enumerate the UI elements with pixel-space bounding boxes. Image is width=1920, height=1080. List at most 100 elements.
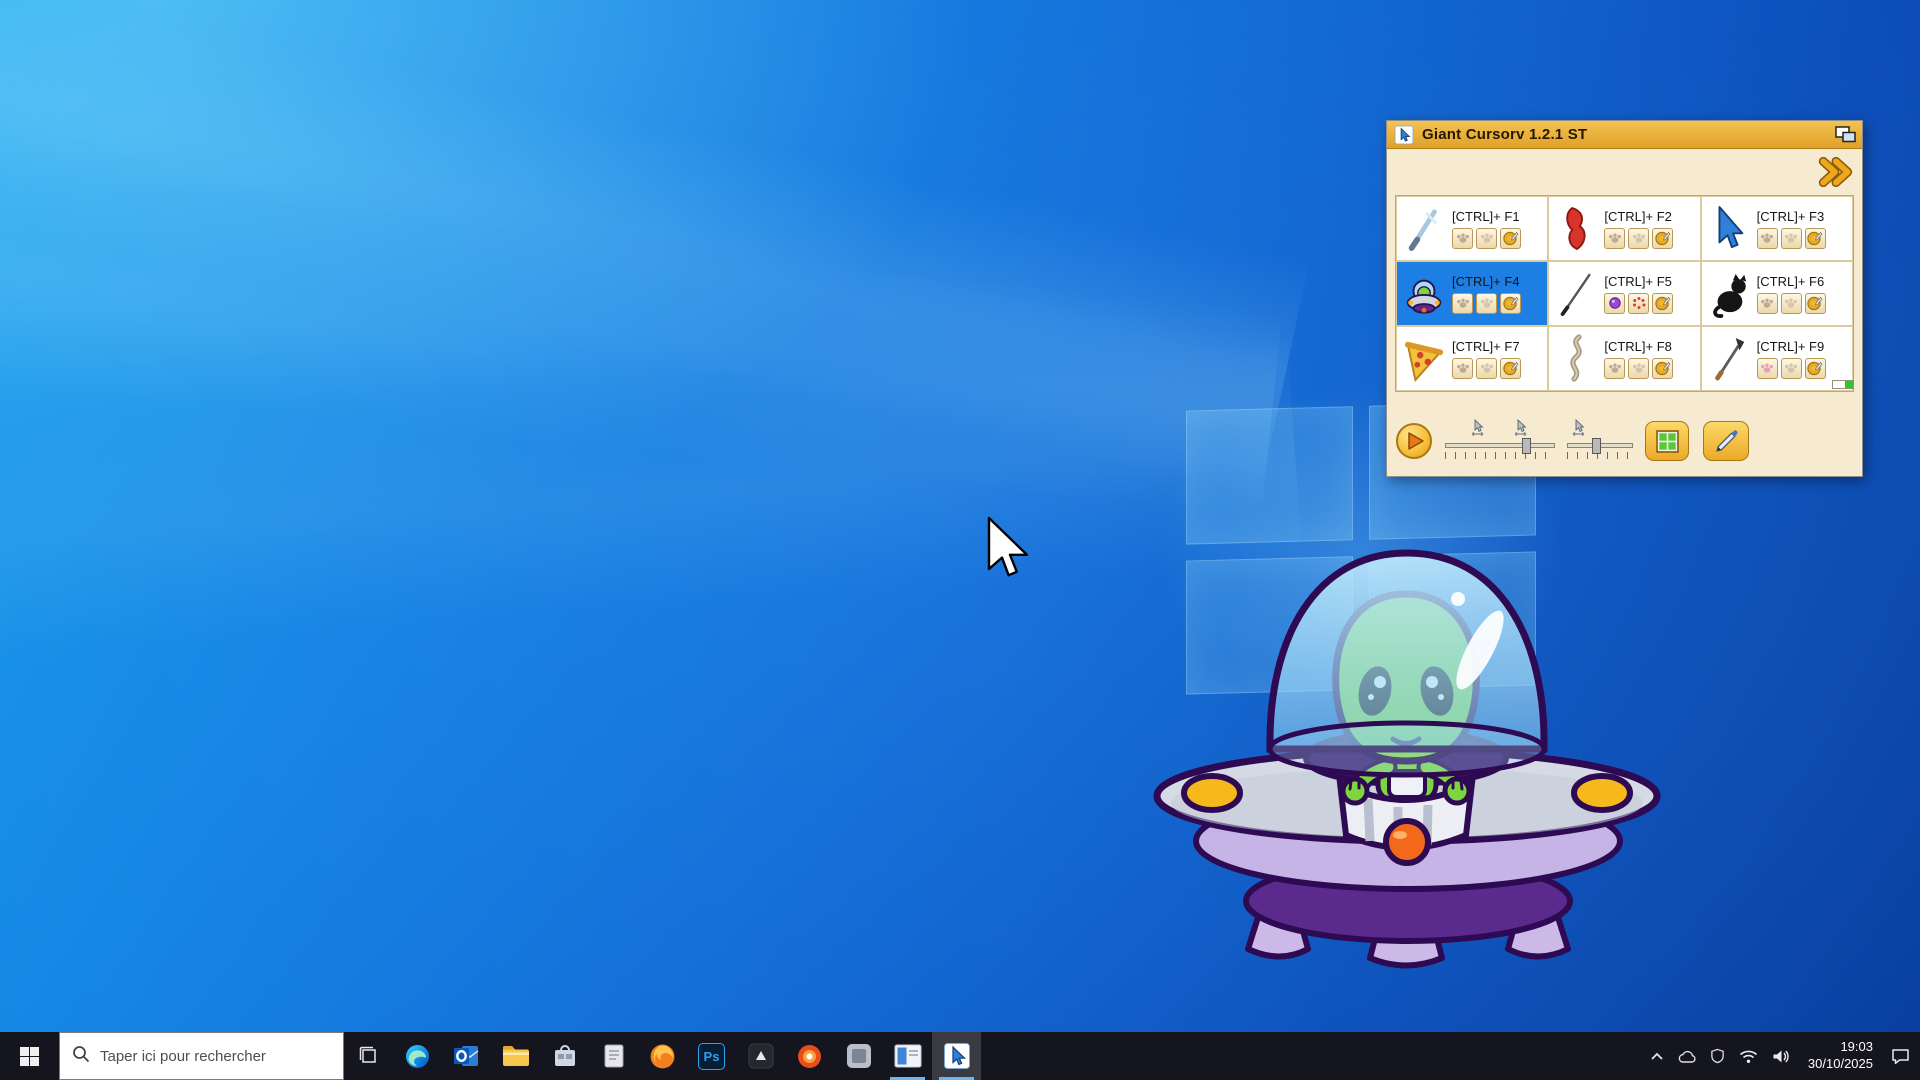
hotkey-label: [CTRL]+ F4: [1452, 274, 1543, 289]
windows-logo-pane: [1186, 406, 1353, 544]
taskbar-clock[interactable]: 19:03 30/10/2025: [1804, 1039, 1877, 1073]
pinkpaw-button[interactable]: [1757, 358, 1778, 379]
cursor-preview-rope: [1553, 330, 1599, 388]
hotkey-label: [CTRL]+ F5: [1604, 274, 1695, 289]
coin-button[interactable]: [1805, 228, 1826, 249]
hotkey-label: [CTRL]+ F2: [1604, 209, 1695, 224]
taskbar-app-notes[interactable]: [589, 1032, 638, 1080]
speed-slider-track[interactable]: [1567, 443, 1633, 448]
purple-button[interactable]: [1604, 293, 1625, 314]
security-shield-icon[interactable]: [1710, 1048, 1725, 1064]
taskbar-app-task-view[interactable]: [344, 1032, 393, 1080]
coin-button[interactable]: [1652, 293, 1673, 314]
status-led: [1845, 381, 1853, 388]
coin-button[interactable]: [1500, 293, 1521, 314]
taskbar-app-app-gray[interactable]: [834, 1032, 883, 1080]
coin-button[interactable]: [1500, 358, 1521, 379]
paw2-button[interactable]: [1781, 228, 1802, 249]
window-title: Giant Cursorv 1.2.1 ST: [1422, 126, 1587, 143]
clock-date: 30/10/2025: [1808, 1056, 1873, 1073]
hotkey-label: [CTRL]+ F6: [1757, 274, 1848, 289]
clock-time: 19:03: [1808, 1039, 1873, 1056]
coin-button[interactable]: [1805, 293, 1826, 314]
cursor-preview-needle: [1553, 265, 1599, 323]
app-cursor-icon: [1393, 124, 1414, 145]
coin-button[interactable]: [1652, 358, 1673, 379]
paw-button[interactable]: [1452, 358, 1473, 379]
hotkey-label: [CTRL]+ F8: [1604, 339, 1695, 354]
paw2-button[interactable]: [1781, 293, 1802, 314]
cursor-slot-f4[interactable]: [CTRL]+ F4: [1396, 261, 1548, 326]
taskbar-app-app-orange[interactable]: [785, 1032, 834, 1080]
expand-chevron-button[interactable]: [1818, 156, 1854, 188]
system-tray: 19:03 30/10/2025: [1640, 1032, 1920, 1080]
paw-button[interactable]: [1452, 228, 1473, 249]
window-subheader: [1387, 149, 1862, 195]
paw-button[interactable]: [1604, 358, 1625, 379]
size-slider-track[interactable]: [1445, 443, 1555, 448]
cursor-slot-f7[interactable]: [CTRL]+ F7: [1396, 326, 1548, 391]
search-placeholder: Taper ici pour rechercher: [100, 1048, 266, 1065]
cursor-preview-spear: [1706, 330, 1752, 388]
taskbar-app-app-dark[interactable]: [736, 1032, 785, 1080]
taskbar-app-photoshop[interactable]: Ps: [687, 1032, 736, 1080]
coin-button[interactable]: [1805, 358, 1826, 379]
status-strip: [1832, 380, 1854, 389]
show-hidden-icons-button[interactable]: [1650, 1051, 1664, 1061]
network-wifi-icon[interactable]: [1739, 1049, 1758, 1064]
cursor-slot-f8[interactable]: [CTRL]+ F8: [1548, 326, 1700, 391]
coin-button[interactable]: [1652, 228, 1673, 249]
taskbar-app-edge[interactable]: [393, 1032, 442, 1080]
window-mode-icon[interactable]: [1835, 124, 1856, 145]
cursor-slot-f3[interactable]: [CTRL]+ F3: [1701, 196, 1853, 261]
cursor-slot-f5[interactable]: [CTRL]+ F5: [1548, 261, 1700, 326]
cursor-preview-wand: [1401, 200, 1447, 258]
paw-button[interactable]: [1757, 293, 1778, 314]
taskbar-app-store[interactable]: [540, 1032, 589, 1080]
taskbar-app-giant-cursor[interactable]: [932, 1032, 981, 1080]
paw2-button[interactable]: [1781, 358, 1802, 379]
hotkey-label: [CTRL]+ F1: [1452, 209, 1543, 224]
cursor-slot-f9[interactable]: [CTRL]+ F9: [1701, 326, 1853, 391]
slider-ticks: [1445, 452, 1555, 459]
paw2-button[interactable]: [1476, 293, 1497, 314]
coin-button[interactable]: [1500, 228, 1521, 249]
play-button[interactable]: [1395, 422, 1433, 460]
cursor-grid: [CTRL]+ F1 [CTRL]+ F2 [CTRL]+ F3 [CTRL]+ F4…: [1395, 195, 1854, 392]
grid-settings-button[interactable]: [1645, 421, 1689, 461]
paw-button[interactable]: [1604, 228, 1625, 249]
taskbar-app-file-explorer[interactable]: [491, 1032, 540, 1080]
paw2-button[interactable]: [1628, 358, 1649, 379]
edit-brush-button[interactable]: [1703, 421, 1749, 461]
taskbar-app-app-window[interactable]: [883, 1032, 932, 1080]
dots-button[interactable]: [1628, 293, 1649, 314]
volume-icon[interactable]: [1772, 1049, 1790, 1064]
taskbar-apps: Ps: [344, 1032, 981, 1080]
cursor-preview-cape: [1553, 200, 1599, 258]
cursor-speed-icon: [1571, 419, 1588, 441]
cursor-slot-f2[interactable]: [CTRL]+ F2: [1548, 196, 1700, 261]
start-button[interactable]: [0, 1032, 59, 1080]
window-titlebar[interactable]: Giant Cursorv 1.2.1 ST: [1387, 121, 1862, 149]
paw-button[interactable]: [1757, 228, 1778, 249]
mouse-cursor: [986, 516, 1034, 589]
hotkey-label: [CTRL]+ F9: [1757, 339, 1848, 354]
size-slider-thumb[interactable]: [1522, 438, 1531, 454]
cursor-slot-f6[interactable]: [CTRL]+ F6: [1701, 261, 1853, 326]
taskbar-app-outlook[interactable]: [442, 1032, 491, 1080]
size-slider-group: [1445, 423, 1555, 459]
action-center-icon[interactable]: [1891, 1048, 1910, 1065]
speed-slider-group: [1567, 423, 1633, 459]
speed-slider-thumb[interactable]: [1592, 438, 1601, 454]
cursor-preview-pizza: [1401, 330, 1447, 388]
taskbar-search[interactable]: Taper ici pour rechercher: [59, 1032, 344, 1080]
cursor-preview-cat: [1706, 265, 1752, 323]
giant-cursor-preview-ufo: [1150, 545, 1665, 975]
paw2-button[interactable]: [1628, 228, 1649, 249]
paw2-button[interactable]: [1476, 228, 1497, 249]
onedrive-cloud-icon[interactable]: [1678, 1050, 1696, 1063]
cursor-slot-f1[interactable]: [CTRL]+ F1: [1396, 196, 1548, 261]
paw2-button[interactable]: [1476, 358, 1497, 379]
paw-button[interactable]: [1452, 293, 1473, 314]
taskbar-app-firefox[interactable]: [638, 1032, 687, 1080]
